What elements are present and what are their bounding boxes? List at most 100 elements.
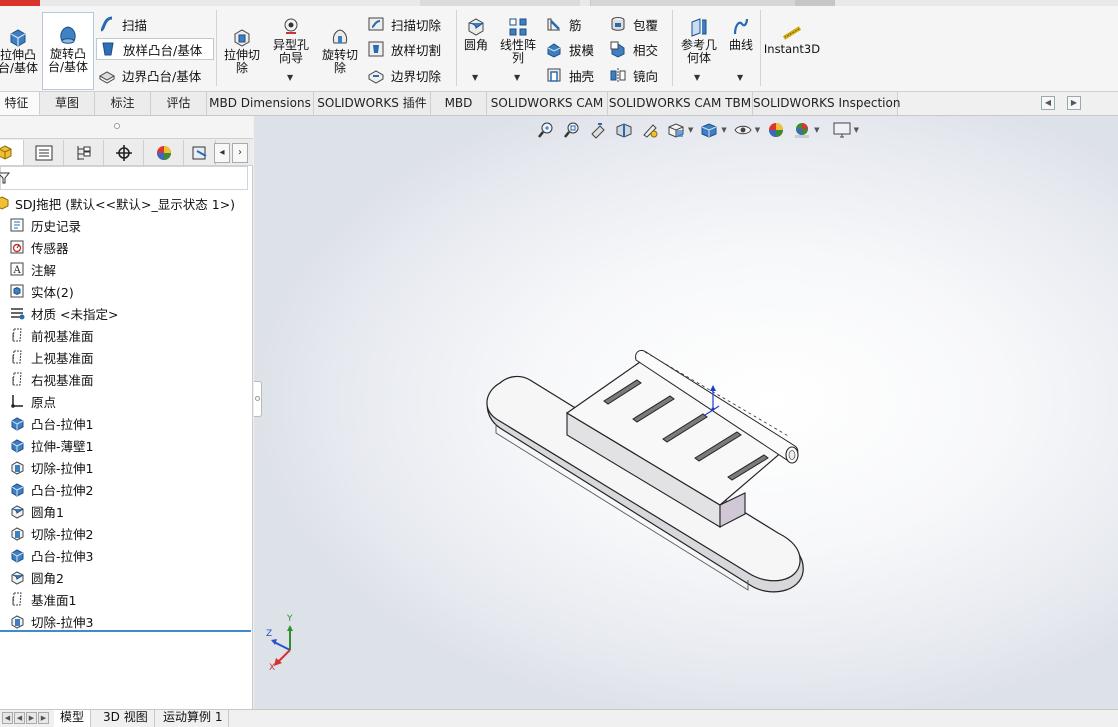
- linear-pattern-button[interactable]: 线性阵 列: [496, 16, 540, 65]
- hole-wizard-dropdown[interactable]: ▼: [287, 73, 293, 82]
- curves-label: 曲线: [728, 38, 753, 52]
- tree-item[interactable]: 上视基准面: [8, 346, 94, 368]
- sweep-button[interactable]: 扫描: [98, 13, 147, 35]
- extrude-boss-button[interactable]: 拉伸凸 台/基体: [0, 26, 42, 75]
- reference-geometry-dropdown[interactable]: ▼: [694, 73, 700, 82]
- loft-boss-button[interactable]: 放样凸台/基体: [96, 38, 214, 60]
- tree-item[interactable]: 前视基准面: [8, 324, 94, 346]
- panel-grip[interactable]: [0, 116, 253, 138]
- configuration-manager-tab[interactable]: [64, 140, 104, 165]
- tabs-scroll-right[interactable]: ▶: [1067, 96, 1081, 110]
- draft-label: 拔模: [569, 42, 595, 58]
- tree-item-label: 右视基准面: [31, 372, 94, 388]
- curves-dropdown[interactable]: ▼: [737, 73, 743, 82]
- boundary-boss-label: 边界凸台/基体: [122, 68, 202, 84]
- revolve-cut-button[interactable]: 旋转切 除: [318, 26, 362, 75]
- annotation-icon: A: [10, 262, 24, 276]
- tree-item[interactable]: 拉伸-薄壁1: [8, 434, 93, 456]
- intersect-button[interactable]: 相交: [609, 38, 658, 60]
- manager-tabs-scroll-left[interactable]: ◂: [214, 143, 230, 163]
- instant3d-button[interactable]: Instant3D: [763, 22, 821, 56]
- property-manager-tab[interactable]: [24, 140, 64, 165]
- tree-item[interactable]: 凸台-拉伸1: [8, 412, 93, 434]
- tree-item[interactable]: 圆角2: [8, 566, 64, 588]
- tab-3d-views[interactable]: 3D 视图: [97, 710, 155, 727]
- reference-geometry-button[interactable]: 参考几 何体: [676, 16, 722, 65]
- tab-solidworks-cam-tbm[interactable]: SOLIDWORKS CAM TBM: [608, 92, 753, 115]
- tree-item-label: 切除-拉伸2: [31, 526, 94, 542]
- extrude-boss-icon: [10, 29, 26, 47]
- rib-label: 筋: [569, 17, 582, 33]
- tree-item[interactable]: 圆角1: [8, 500, 64, 522]
- tree-filter-bar[interactable]: [0, 166, 248, 190]
- tree-item[interactable]: 切除-拉伸2: [8, 522, 93, 544]
- boundary-boss-button[interactable]: 边界凸台/基体: [98, 64, 201, 86]
- part-icon: [0, 196, 9, 210]
- tab-evaluate[interactable]: 评估: [151, 92, 207, 115]
- linear-pattern-dropdown[interactable]: ▼: [514, 73, 520, 82]
- revolve-boss-button[interactable]: 旋转凸 台/基体: [42, 12, 94, 90]
- model-viewport: [486, 349, 804, 593]
- tree-root-part[interactable]: SDJ拖把 (默认<<默认>_显示状态 1>): [0, 192, 235, 214]
- fillet-dropdown[interactable]: ▼: [472, 73, 478, 82]
- tab-mbd[interactable]: MBD: [431, 92, 487, 115]
- extrude-cut-button[interactable]: 拉伸切 除: [220, 26, 264, 75]
- tree-item[interactable]: 右视基准面: [8, 368, 94, 390]
- draft-button[interactable]: 拔模: [545, 38, 594, 60]
- wrap-button[interactable]: 包覆: [609, 13, 658, 35]
- cam-manager-tab[interactable]: [184, 140, 216, 165]
- tab-sketch[interactable]: 草图: [40, 92, 95, 115]
- tab-model[interactable]: 模型: [54, 710, 92, 727]
- tabs-scroll-left[interactable]: ◀: [1041, 96, 1055, 110]
- tab-solidworks-cam[interactable]: SOLIDWORKS CAM: [487, 92, 608, 115]
- fillet-button[interactable]: 圆角: [459, 16, 493, 52]
- tree-item[interactable]: 切除-拉伸3: [8, 610, 93, 632]
- title-strip: [0, 0, 1118, 6]
- tree-item[interactable]: 实体(2): [8, 280, 74, 302]
- bottom-tab-bar: ◀ ◀ ▶ ▶ 模型 3D 视图 运动算例 1: [0, 709, 1118, 727]
- tree-item[interactable]: 切除-拉伸1: [8, 456, 93, 478]
- tree-item[interactable]: 原点: [8, 390, 56, 412]
- tree-rollback-bar[interactable]: [0, 630, 251, 632]
- svg-text:A: A: [13, 265, 22, 276]
- tab-markup[interactable]: 标注: [95, 92, 151, 115]
- tree-item[interactable]: 历史记录: [8, 214, 81, 236]
- fillet-icon: [468, 18, 484, 36]
- swept-cut-button[interactable]: 扫描切除: [367, 13, 441, 35]
- tree-item[interactable]: 材质 <未指定>: [8, 302, 118, 324]
- manager-tabs-scroll-right[interactable]: ›: [232, 143, 248, 163]
- graphics-area[interactable]: ▼ ▼ ▼ ▼ ▼ Y Z X: [254, 116, 1118, 709]
- previous-tab-button[interactable]: ◀: [14, 712, 25, 724]
- solid-bodies-icon: [10, 284, 24, 298]
- tree-item[interactable]: 传感器: [8, 236, 69, 258]
- mop-handle-model[interactable]: [486, 349, 804, 593]
- next-tab-button[interactable]: ▶: [26, 712, 37, 724]
- rib-button[interactable]: 筋: [545, 13, 582, 35]
- first-tab-button[interactable]: ◀: [2, 712, 13, 724]
- tab-solidworks-addins[interactable]: SOLIDWORKS 插件: [314, 92, 431, 115]
- curves-button[interactable]: 曲线: [724, 16, 758, 52]
- tree-item-label: 切除-拉伸3: [31, 614, 94, 630]
- swept-cut-label: 扫描切除: [391, 17, 442, 33]
- tree-item[interactable]: 基准面1: [8, 588, 76, 610]
- display-manager-tab[interactable]: [144, 140, 184, 165]
- command-manager-ribbon: 拉伸凸 台/基体 旋转凸 台/基体 扫描 放样凸台/基体 边界凸台/基体 拉伸切…: [0, 0, 1118, 92]
- feature-manager-tab[interactable]: [0, 140, 24, 165]
- dimxpert-manager-tab[interactable]: [104, 140, 144, 165]
- tab-features[interactable]: 特征: [0, 92, 40, 115]
- tab-solidworks-inspection[interactable]: SOLIDWORKS Inspection: [753, 92, 900, 115]
- tree-item[interactable]: 凸台-拉伸3: [8, 544, 93, 566]
- hole-wizard-button[interactable]: 异型孔 向导: [268, 16, 314, 65]
- mirror-button[interactable]: 镜向: [609, 64, 658, 86]
- search-strip: [590, 0, 830, 6]
- shell-button[interactable]: 抽壳: [545, 64, 594, 86]
- tab-mbd-dimensions[interactable]: MBD Dimensions: [207, 92, 314, 115]
- tree-item[interactable]: 凸台-拉伸2: [8, 478, 93, 500]
- tree-item[interactable]: A 注解: [8, 258, 56, 280]
- last-tab-button[interactable]: ▶: [38, 712, 49, 724]
- boundary-cut-button[interactable]: 边界切除: [367, 64, 441, 86]
- tab-motion-study[interactable]: 运动算例 1: [157, 710, 230, 727]
- lofted-cut-button[interactable]: 放样切割: [367, 38, 441, 60]
- extrude-cut-icon: [234, 29, 250, 47]
- revolve-boss-label: 旋转凸 台/基体: [47, 47, 89, 74]
